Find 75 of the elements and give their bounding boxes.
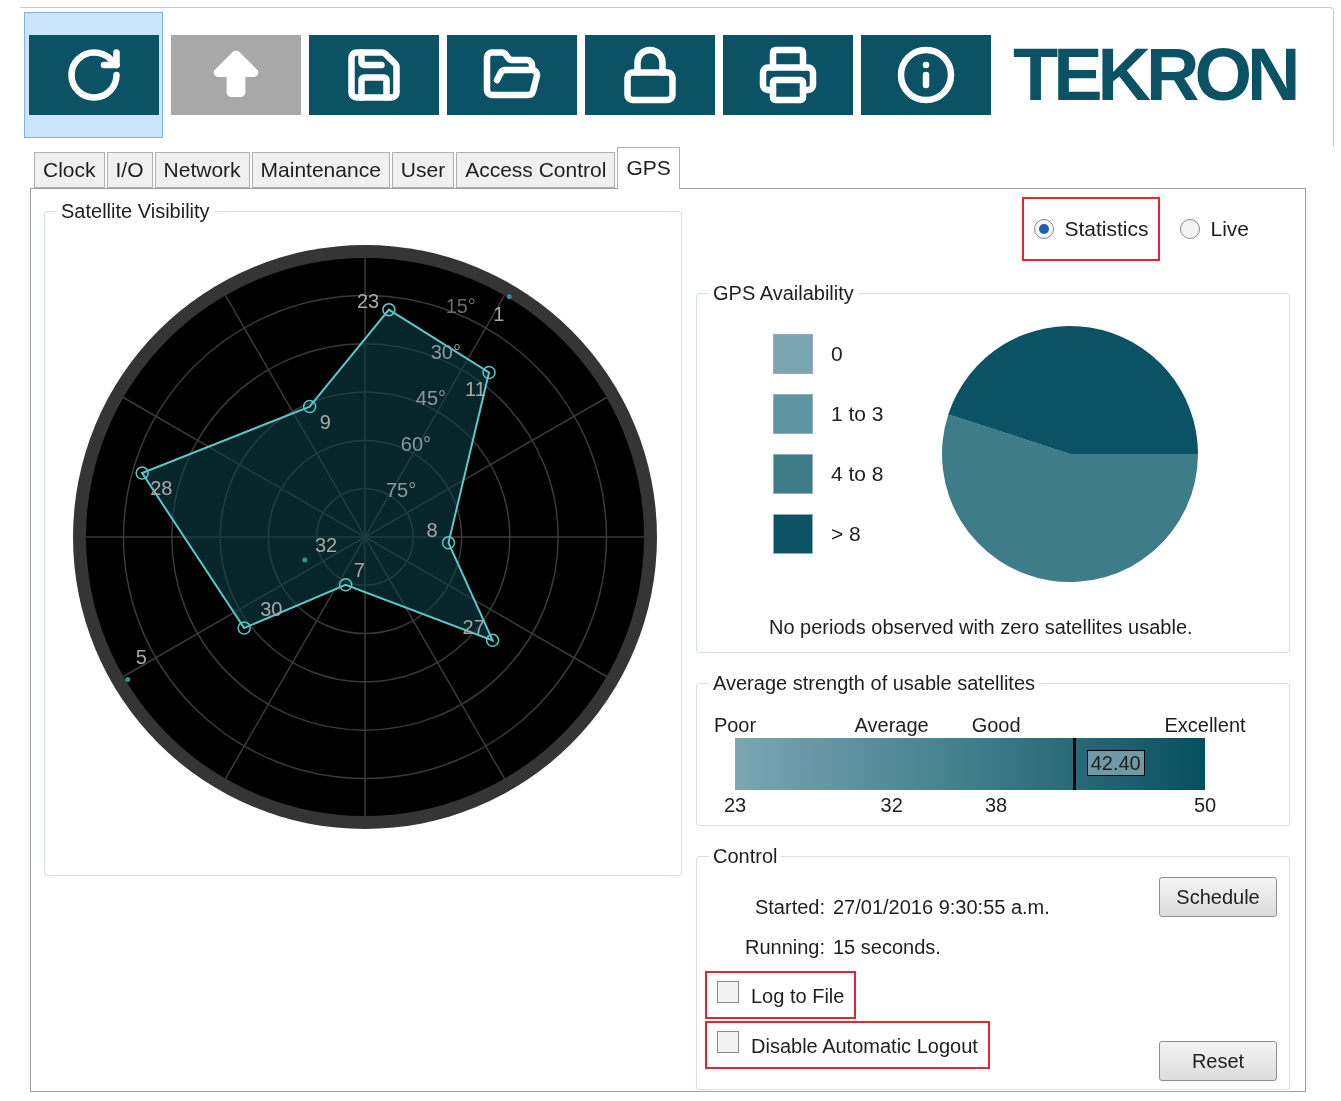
toolbar-button[interactable] [861,35,991,115]
scale-tick: 32 [880,793,903,818]
availability-note: No periods observed with zero satellites usable. [769,615,1194,640]
satellite-marker [441,536,456,550]
toolbar-button[interactable] [447,35,577,115]
satellite-dot [506,294,512,300]
printer-icon [758,45,818,105]
satellite-marker [485,633,500,648]
legend-swatch [773,394,813,434]
checkbox[interactable] [717,981,739,1003]
radio-option[interactable]: Live [1168,197,1261,261]
legend-label: 4 to 8 [831,461,884,488]
logo: TEKRON [1013,35,1296,115]
satellite-label: 9 [319,410,331,433]
legend-swatch [773,454,813,494]
tab[interactable]: I/O [106,152,153,188]
satellite-marker [237,621,251,635]
scale-label: Excellent [1164,713,1246,738]
satellite-label: 1 [493,302,505,325]
satellite-label: 7 [353,558,365,581]
radio-button[interactable] [1180,219,1201,239]
satellite-label: 28 [150,477,173,500]
legend-label: > 8 [831,521,861,548]
elevation-label: 45° [415,387,447,410]
toolbar-button[interactable] [309,35,439,115]
satellite-label: 8 [426,518,438,541]
action-button[interactable]: Reset [1159,1041,1277,1081]
legend-swatch [773,334,813,374]
radio-option[interactable]: Statistics [1022,197,1161,261]
satellite-dot [125,677,131,683]
field-value: 15 seconds. [833,935,941,960]
legend-label: 0 [831,341,843,368]
field-label: Running: [743,935,825,960]
info-icon [896,45,956,105]
scale-tick: 38 [985,793,1008,818]
field-value: 27/01/2016 9:30:55 a.m. [833,895,1050,920]
tab[interactable]: Maintenance [251,152,390,188]
scale-tick: 23 [723,793,747,818]
elevation-label: 75° [385,479,417,502]
scale-tick: 50 [1193,793,1217,818]
strength-reading: 42.40 [1086,750,1145,776]
toolbar-button[interactable] [24,12,163,138]
tab[interactable]: GPS [617,147,680,189]
elevation-label: 15° [445,295,476,318]
scale-label: Average [854,713,929,738]
tab[interactable]: Access Control [456,152,616,188]
toolbar-button[interactable] [585,35,715,115]
radio-button[interactable] [1034,219,1055,239]
satellite-dot [302,557,308,563]
satellite-marker [135,466,149,480]
action-button[interactable]: Schedule [1159,877,1277,917]
satellite-marker [482,365,496,380]
checkbox[interactable] [717,1031,739,1053]
legend-swatch [773,514,813,554]
satellite-marker [338,578,353,592]
satellite-label: 11 [465,378,486,401]
field-label: Started: [753,895,825,920]
scale-label: Good [971,713,1021,738]
checkbox-option[interactable]: Disable Automatic Logout [705,1021,990,1069]
satellite-label: 32 [314,534,338,557]
legend-label: 1 to 3 [831,401,884,428]
satellite-marker [302,399,317,414]
toolbar-button[interactable] [723,35,853,115]
elevation-label: 30° [430,341,461,364]
tab[interactable]: User [391,152,455,188]
tab[interactable]: Clock [34,152,105,188]
satellite-marker [382,302,396,317]
tab[interactable]: Network [154,152,250,188]
checkbox-option[interactable]: Log to File [705,971,857,1019]
satellite-label: 27 [462,616,485,639]
elevation-label: 60° [400,433,432,456]
satellite-label: 23 [356,289,380,312]
satellite-label: 30 [260,598,283,621]
satellite-label: 5 [135,645,147,668]
scale-label: Poor [713,713,757,738]
